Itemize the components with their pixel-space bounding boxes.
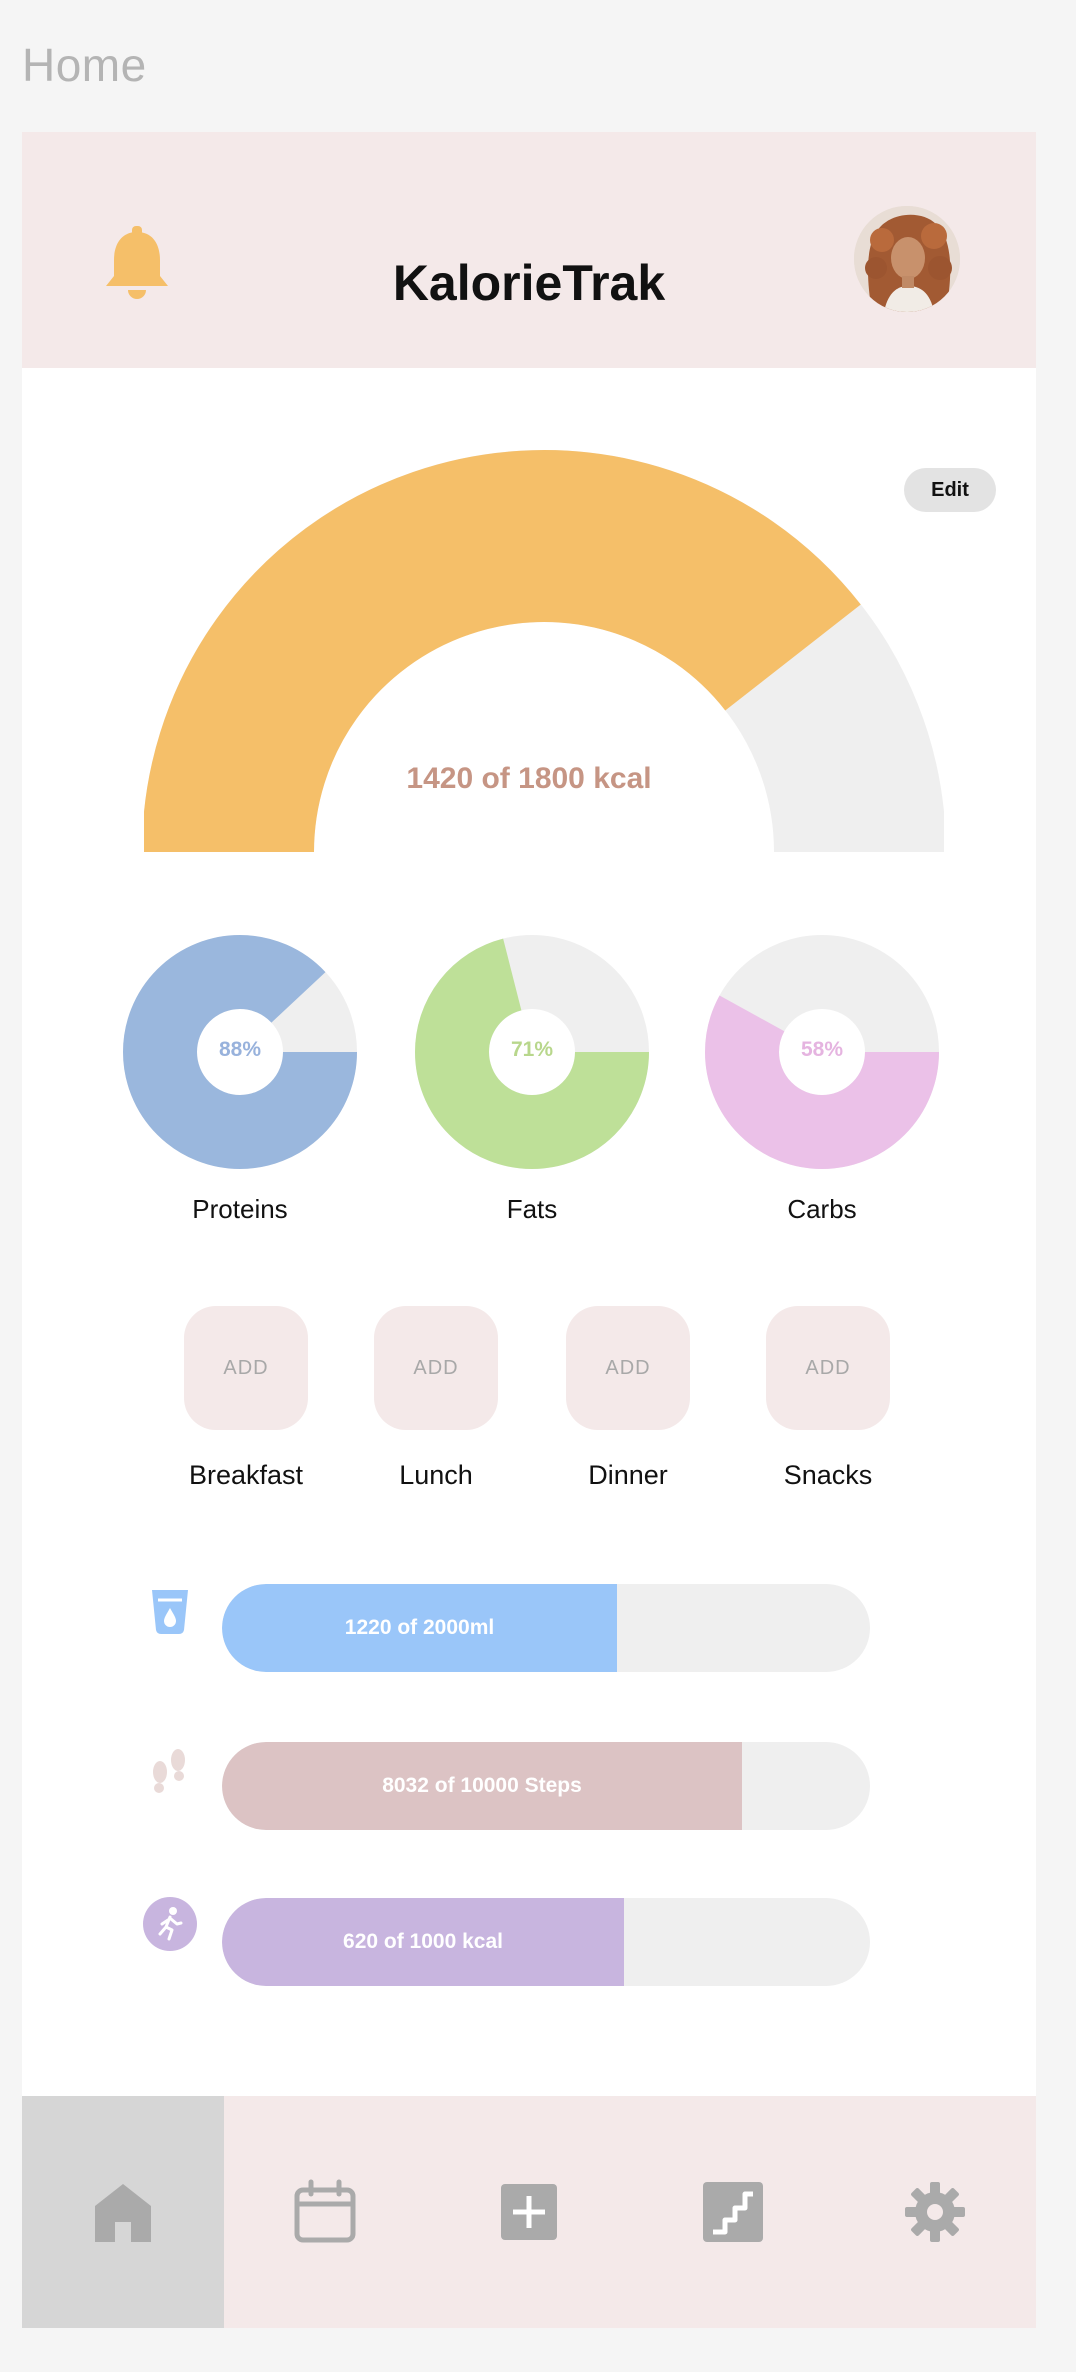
macro-donut-fats: 71%: [412, 932, 652, 1172]
calorie-summary: 1420 of 1800 kcal: [406, 762, 652, 795]
stairs-icon: [703, 2182, 763, 2242]
footprints-icon: [153, 1749, 185, 1793]
meal-label-dinner: Dinner: [588, 1460, 668, 1490]
add-breakfast-button[interactable]: ADD: [184, 1306, 308, 1430]
macro-label-fats: Fats: [506, 1194, 558, 1224]
add-snacks-button[interactable]: ADD: [766, 1306, 890, 1430]
user-avatar[interactable]: [854, 206, 960, 312]
nav-add[interactable]: [428, 2096, 630, 2328]
macro-donut-carbs: 58%: [702, 932, 942, 1172]
water-progress-text: 1220 of 2000ml: [344, 1616, 495, 1639]
running-icon: [143, 1897, 197, 1951]
add-square-icon: [501, 2184, 557, 2240]
exercise-progress[interactable]: 620 of 1000 kcal: [222, 1898, 870, 1986]
macro-label-carbs: Carbs: [787, 1194, 857, 1224]
app-screen: KalorieTrak Edit 1420 of 1800 kcal 88% Pr…: [22, 132, 1036, 2328]
water-progress[interactable]: 1220 of 2000ml: [222, 1584, 870, 1672]
nav-calendar[interactable]: [224, 2096, 426, 2328]
add-lunch-button[interactable]: ADD: [374, 1306, 498, 1430]
gear-icon: [905, 2182, 965, 2242]
macro-percent: 88%: [218, 1038, 262, 1061]
meal-label-breakfast: Breakfast: [188, 1460, 304, 1490]
bottom-nav: [22, 2096, 1036, 2328]
calorie-gauge-fill: [144, 450, 861, 854]
nav-progress[interactable]: [632, 2096, 834, 2328]
water-glass-icon: [152, 1590, 188, 1634]
macro-donut-proteins: 88%: [120, 932, 360, 1172]
meal-label-snacks: Snacks: [783, 1460, 873, 1490]
nav-home[interactable]: [22, 2096, 224, 2328]
macro-percent: 71%: [510, 1038, 554, 1061]
macro-label-proteins: Proteins: [192, 1194, 288, 1224]
calorie-gauge: [144, 450, 944, 854]
add-dinner-button[interactable]: ADD: [566, 1306, 690, 1430]
page-label: Home: [22, 39, 147, 91]
nav-settings[interactable]: [834, 2096, 1036, 2328]
macro-percent: 58%: [800, 1038, 844, 1061]
calendar-icon: [294, 2179, 356, 2243]
steps-progress-text: 8032 of 10000 Steps: [382, 1774, 582, 1797]
home-icon: [95, 2184, 151, 2242]
steps-progress[interactable]: 8032 of 10000 Steps: [222, 1742, 870, 1830]
exercise-progress-text: 620 of 1000 kcal: [343, 1930, 503, 1953]
header: KalorieTrak: [22, 132, 1036, 368]
meal-label-lunch: Lunch: [399, 1460, 473, 1490]
